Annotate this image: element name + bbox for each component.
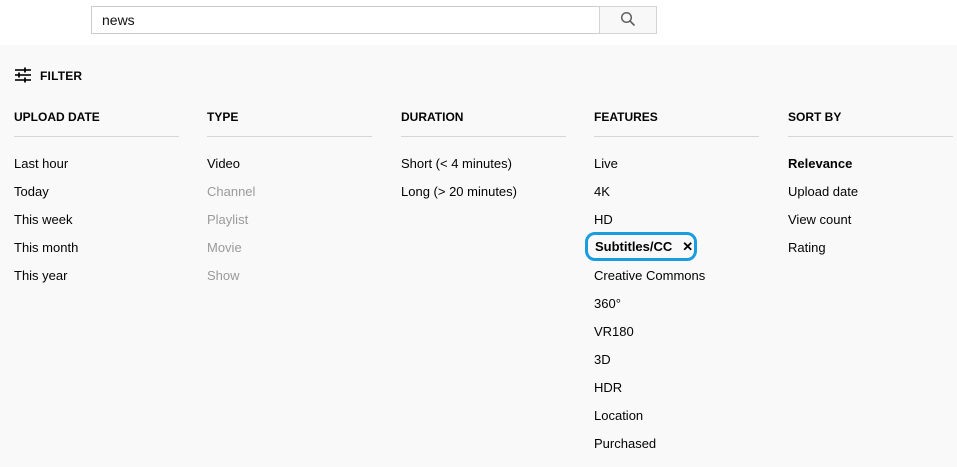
filter-option-features-4k[interactable]: 4K [594, 179, 759, 207]
filter-option-type-video[interactable]: Video [207, 151, 372, 179]
filter-option-duration-long-20-minutes[interactable]: Long (> 20 minutes) [401, 179, 566, 207]
filter-option-features-hdr[interactable]: HDR [594, 375, 759, 403]
column-header: UPLOAD DATE [14, 108, 179, 137]
filter-option-upload-date-last-hour[interactable]: Last hour [14, 151, 179, 179]
search-button[interactable] [599, 6, 657, 34]
tune-icon [14, 67, 32, 86]
filter-option-features-subtitles-cc-selected[interactable]: Subtitles/CC ✕ [585, 232, 697, 261]
filter-column-features: FEATURES Live 4K HD Creative Commons 360° VR18… [594, 108, 759, 459]
filter-option-type-movie: Movie [207, 240, 242, 255]
close-icon[interactable]: ✕ [682, 239, 693, 255]
filter-option-type-channel: Channel [207, 184, 256, 199]
filter-option-upload-date-this-year[interactable]: This year [14, 263, 179, 291]
filter-option-sort-by-relevance[interactable]: Relevance [788, 151, 953, 179]
search-input[interactable] [91, 6, 599, 34]
filter-column-upload-date: UPLOAD DATE Last hour Today This week This m… [14, 108, 179, 291]
filter-option-sort-by-upload-date[interactable]: Upload date [788, 179, 953, 207]
column-header: FEATURES [594, 108, 759, 137]
filter-option-features-360[interactable]: 360° [594, 291, 759, 319]
search-icon [620, 11, 636, 30]
filter-option-features-purchased[interactable]: Purchased [594, 431, 759, 459]
filter-label: FILTER [40, 69, 83, 83]
filter-column-type: TYPE Video Channel Playlist Movie Show [207, 108, 372, 291]
filter-option-sort-by-view-count[interactable]: View count [788, 207, 953, 235]
column-header: TYPE [207, 108, 372, 137]
top-bar [0, 0, 957, 45]
filter-option-type-show: Show [207, 268, 240, 283]
column-header: DURATION [401, 108, 566, 137]
filter-option-duration-short-4-minutes[interactable]: Short (< 4 minutes) [401, 151, 566, 179]
filter-option-features-hd[interactable]: HD [594, 207, 759, 235]
filter-option-sort-by-rating[interactable]: Rating [788, 235, 953, 263]
filter-option-features-location[interactable]: Location [594, 403, 759, 431]
column-header: SORT BY [788, 108, 953, 137]
filter-option-features-vr180[interactable]: VR180 [594, 319, 759, 347]
filter-option-upload-date-this-week[interactable]: This week [14, 207, 179, 235]
filter-column-duration: DURATION Short (< 4 minutes) Long (> 20 mi… [401, 108, 566, 207]
filter-option-upload-date-today[interactable]: Today [14, 179, 179, 207]
filter-option-features-3d[interactable]: 3D [594, 347, 759, 375]
filter-column-sort-by: SORT BY Relevance Upload date View count Rat… [788, 108, 953, 263]
filter-option-features-live[interactable]: Live [594, 151, 759, 179]
filter-option-type-playlist: Playlist [207, 212, 249, 227]
filter-option-upload-date-this-month[interactable]: This month [14, 235, 179, 263]
selected-filter-label: Subtitles/CC [595, 239, 673, 254]
filter-option-features-creative-commons[interactable]: Creative Commons [594, 263, 759, 291]
filter-toggle-button[interactable]: FILTER [14, 66, 82, 86]
